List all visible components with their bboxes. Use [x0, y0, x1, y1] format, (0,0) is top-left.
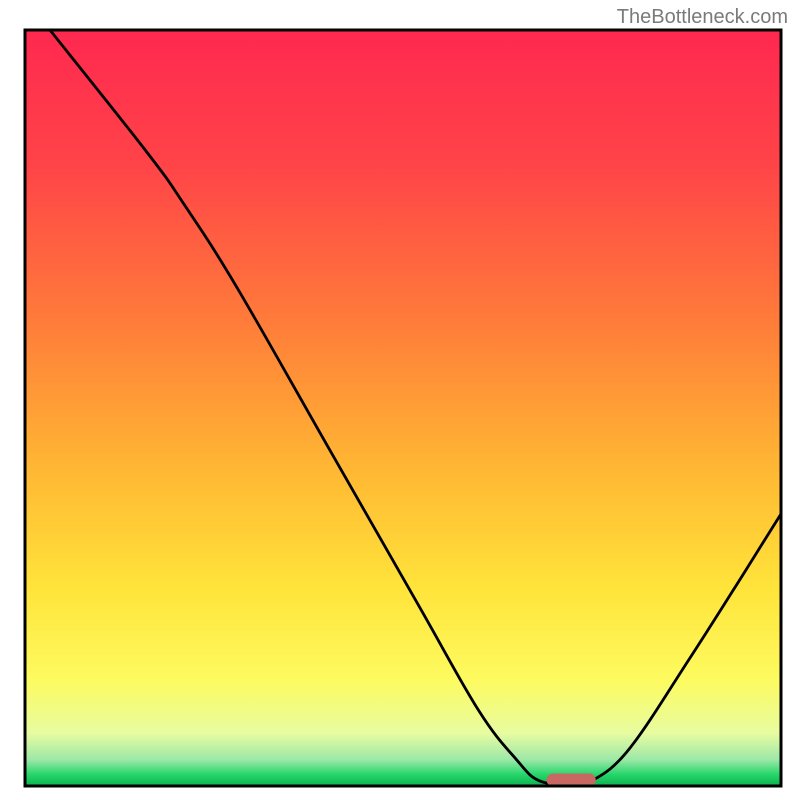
watermark-text: TheBottleneck.com — [617, 6, 788, 29]
chart-plot-area — [0, 0, 800, 800]
bottleneck-chart: TheBottleneck.com — [0, 0, 800, 800]
